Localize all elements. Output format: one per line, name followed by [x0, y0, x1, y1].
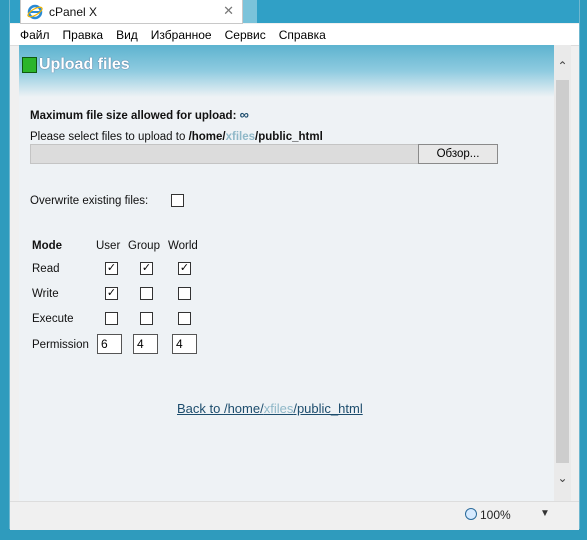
execute-group-checkbox[interactable] [140, 312, 153, 325]
menu-tools[interactable]: Сервис [225, 28, 266, 42]
upload-path: /home/xfiles/public_html [189, 131, 323, 143]
zoom-dropdown-icon[interactable]: ▼ [540, 508, 550, 519]
read-user-checkbox[interactable]: ✓ [105, 262, 118, 275]
back-suffix: /public_html [293, 401, 363, 416]
menu-favorites[interactable]: Избранное [151, 28, 212, 42]
read-label: Read [32, 263, 60, 275]
path-part1: /home/ [188, 131, 226, 143]
file-path-input[interactable] [30, 144, 421, 164]
menu-file[interactable]: Файл [20, 28, 50, 42]
page-title: Upload files [39, 56, 130, 73]
upload-arrow-icon [22, 57, 37, 73]
execute-user-checkbox[interactable] [105, 312, 118, 325]
page-content: Upload files Maximum file size allowed f… [19, 45, 554, 501]
max-size-text: Maximum file size allowed for upload: [30, 110, 237, 122]
path-user: xfiles [225, 131, 256, 143]
zoom-icon[interactable] [465, 508, 477, 520]
max-size-value: ∞ [239, 107, 249, 122]
browser-window: cPanel X ✕ Файл Правка Вид Избранное Сер… [9, 0, 580, 530]
page-header: Upload files [19, 45, 554, 97]
tab-title: cPanel X [49, 4, 98, 19]
menu-edit[interactable]: Правка [63, 28, 104, 42]
world-header: World [168, 240, 198, 252]
permission-label: Permission [32, 339, 89, 351]
user-header: User [96, 240, 121, 252]
mode-header: Mode [32, 240, 63, 252]
overwrite-checkbox[interactable] [171, 194, 184, 207]
scroll-thumb[interactable] [556, 80, 569, 463]
overwrite-label: Overwrite existing files: [30, 195, 149, 207]
permission-group-input[interactable]: 4 [133, 334, 158, 354]
browser-tab[interactable]: cPanel X ✕ [20, 0, 243, 24]
execute-label: Execute [32, 313, 74, 325]
vertical-scrollbar[interactable]: ⌃ ⌄ [554, 45, 571, 501]
menu-help[interactable]: Справка [279, 28, 326, 42]
zoom-level[interactable]: 100% [480, 508, 511, 522]
back-user: xfiles [263, 401, 294, 416]
browse-button[interactable]: Обзор... [418, 144, 498, 164]
menu-view[interactable]: Вид [116, 28, 138, 42]
permission-user-input[interactable]: 6 [97, 334, 122, 354]
write-world-checkbox[interactable] [178, 287, 191, 300]
back-prefix: Back to /home/ [177, 401, 264, 416]
max-size-label: Maximum file size allowed for upload: ∞ [30, 107, 249, 122]
new-tab-button[interactable] [243, 0, 257, 23]
status-bar: 100% ▼ [10, 501, 579, 530]
menu-bar: Файл Правка Вид Избранное Сервис Справка [10, 24, 579, 46]
read-group-checkbox[interactable]: ✓ [140, 262, 153, 275]
read-world-checkbox[interactable]: ✓ [178, 262, 191, 275]
close-tab-icon[interactable]: ✕ [223, 3, 234, 19]
ie-icon [27, 4, 43, 19]
select-files-label: Please select files to upload to /home/x… [30, 131, 323, 143]
write-label: Write [32, 288, 59, 300]
back-link[interactable]: Back to /home/xfiles/public_html [177, 401, 363, 416]
group-header: Group [128, 240, 160, 252]
scroll-down-icon[interactable]: ⌄ [557, 471, 568, 485]
scroll-up-icon[interactable]: ⌃ [557, 59, 568, 73]
write-user-checkbox[interactable]: ✓ [105, 287, 118, 300]
write-group-checkbox[interactable] [140, 287, 153, 300]
permission-world-input[interactable]: 4 [172, 334, 197, 354]
execute-world-checkbox[interactable] [178, 312, 191, 325]
select-prefix: Please select files to upload to [30, 131, 186, 143]
path-part2: /public_html [255, 131, 323, 143]
